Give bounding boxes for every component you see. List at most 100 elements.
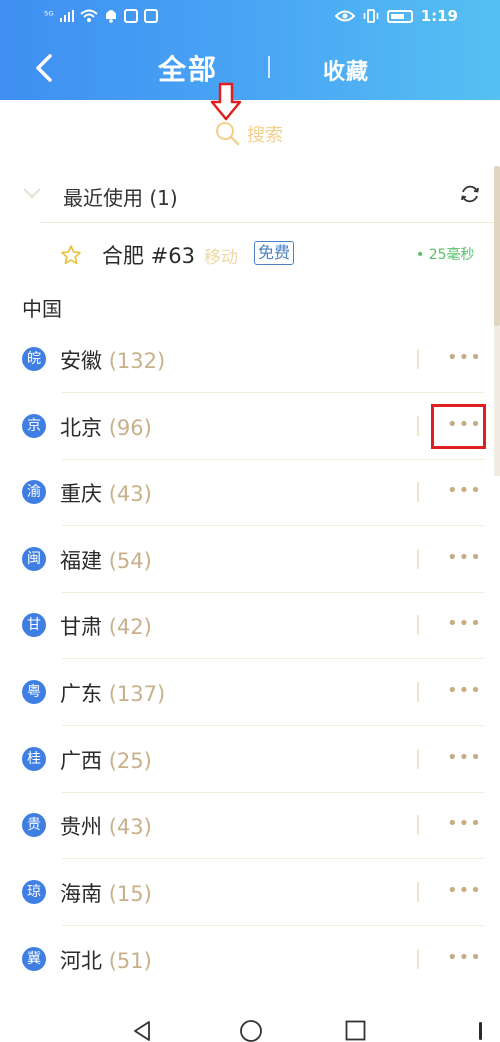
highlight-annotation	[431, 404, 486, 449]
region-name-text: 广东	[60, 682, 102, 706]
region-row-fujian[interactable]: 闽 福建 (54) •••	[0, 526, 500, 593]
signal-bars-icon	[59, 9, 74, 22]
app-header: ⁵ᴳ 1:19 全部 收藏	[0, 0, 500, 100]
more-options-button[interactable]: •••	[447, 679, 481, 703]
more-options-button[interactable]: •••	[447, 746, 481, 770]
status-time: 1:19	[420, 7, 458, 25]
eye-icon	[334, 10, 355, 22]
status-left: ⁵ᴳ	[44, 8, 158, 23]
region-name-text: 甘肃	[60, 615, 102, 639]
region-badge: 闽	[22, 547, 46, 571]
region-name: 福建 (54)	[60, 545, 152, 575]
region-count: (51)	[108, 949, 152, 973]
scrollbar-track	[494, 326, 500, 476]
nav-handle[interactable]	[479, 1022, 482, 1040]
row-divider	[417, 749, 419, 769]
row-divider	[417, 349, 419, 369]
region-row-beijing[interactable]: 京 北京 (96) •••	[0, 393, 500, 460]
region-row-gansu[interactable]: 甘 甘肃 (42) •••	[0, 592, 500, 659]
row-divider	[417, 949, 419, 969]
region-count: (96)	[108, 416, 152, 440]
region-name-text: 广西	[60, 749, 102, 773]
search-icon[interactable]	[214, 120, 240, 146]
region-row-guizhou[interactable]: 贵 贵州 (43) •••	[0, 792, 500, 859]
star-icon[interactable]	[60, 244, 82, 266]
region-badge: 贵	[22, 813, 46, 837]
region-row-hainan[interactable]: 琼 海南 (15) •••	[0, 859, 500, 926]
region-name: 安徽 (132)	[60, 345, 165, 375]
region-row-anhui[interactable]: 皖 安徽 (132) •••	[0, 326, 500, 393]
refresh-icon[interactable]	[459, 183, 481, 205]
region-count: (54)	[108, 549, 152, 573]
region-row-chongqing[interactable]: 渝 重庆 (43) •••	[0, 459, 500, 526]
tab-divider	[268, 56, 270, 78]
region-name: 河北 (51)	[60, 945, 152, 975]
region-name-text: 福建	[60, 549, 102, 573]
region-count: (137)	[108, 682, 166, 706]
region-count: (43)	[108, 815, 152, 839]
nav-back-icon[interactable]	[131, 1019, 153, 1042]
region-name: 甘肃 (42)	[60, 611, 152, 641]
status-right: 1:19	[334, 7, 458, 25]
region-badge: 桂	[22, 747, 46, 771]
more-options-button[interactable]: •••	[447, 479, 481, 503]
region-count: (43)	[108, 482, 152, 506]
region-badge: 皖	[22, 347, 46, 371]
region-name: 贵州 (43)	[60, 811, 152, 841]
recent-title: 最近使用 (1)	[63, 186, 178, 210]
region-name-text: 海南	[60, 882, 102, 906]
row-divider	[417, 882, 419, 902]
region-row-guangxi[interactable]: 桂 广西 (25) •••	[0, 726, 500, 793]
region-name-text: 北京	[60, 416, 102, 440]
nav-home-icon[interactable]	[239, 1019, 263, 1042]
region-name: 北京 (96)	[60, 412, 152, 442]
more-options-button[interactable]: •••	[447, 612, 481, 636]
region-name-text: 重庆	[60, 482, 102, 506]
region-count: (132)	[108, 349, 166, 373]
chevron-down-icon[interactable]	[22, 186, 42, 200]
bell-icon	[105, 10, 116, 23]
more-options-button[interactable]: •••	[447, 946, 481, 970]
region-name-text: 贵州	[60, 815, 102, 839]
region-badge: 甘	[22, 613, 46, 637]
region-name-text: 河北	[60, 949, 102, 973]
row-divider	[417, 615, 419, 635]
wifi-icon	[80, 9, 98, 22]
more-options-button[interactable]: •••	[447, 346, 481, 370]
region-name: 海南 (15)	[60, 878, 152, 908]
region-badge: 冀	[22, 947, 46, 971]
status-bar: ⁵ᴳ 1:19	[0, 0, 500, 34]
search-placeholder[interactable]: 搜索	[247, 121, 283, 147]
row-divider	[417, 416, 419, 436]
region-badge: 琼	[22, 880, 46, 904]
free-badge: 免费	[254, 241, 295, 265]
row-divider	[417, 815, 419, 835]
region-badge: 粤	[22, 680, 46, 704]
nav-recent-apps-icon[interactable]	[345, 1020, 366, 1041]
row-divider	[417, 682, 419, 702]
app-notification-icon	[123, 8, 138, 23]
region-row-hebei[interactable]: 冀 河北 (51) •••	[0, 926, 500, 993]
latency-label: • 25毫秒	[416, 247, 475, 263]
region-name: 广东 (137)	[60, 678, 165, 708]
tab-favorites[interactable]: 收藏	[323, 54, 369, 86]
battery-icon	[386, 9, 413, 23]
region-count: (42)	[108, 615, 152, 639]
region-name: 重庆 (43)	[60, 478, 152, 508]
shield-notification-icon	[143, 8, 158, 23]
recent-server-carrier: 移动	[204, 248, 238, 268]
red-down-arrow-icon	[210, 82, 242, 121]
vibrate-icon	[363, 9, 378, 23]
row-divider	[417, 482, 419, 502]
back-arrow-icon[interactable]	[30, 50, 60, 86]
region-name: 广西 (25)	[60, 745, 152, 775]
more-options-button[interactable]: •••	[447, 879, 481, 903]
region-row-guangdong[interactable]: 粤 广东 (137) •••	[0, 659, 500, 726]
scrollbar-thumb[interactable]	[494, 166, 500, 326]
more-options-button[interactable]: •••	[447, 812, 481, 836]
recent-server-name: 合肥 #63	[102, 244, 195, 268]
region-name-text: 安徽	[60, 349, 102, 373]
region-badge: 渝	[22, 480, 46, 504]
signal-icon: ⁵ᴳ	[44, 9, 54, 22]
more-options-button[interactable]: •••	[447, 546, 481, 570]
